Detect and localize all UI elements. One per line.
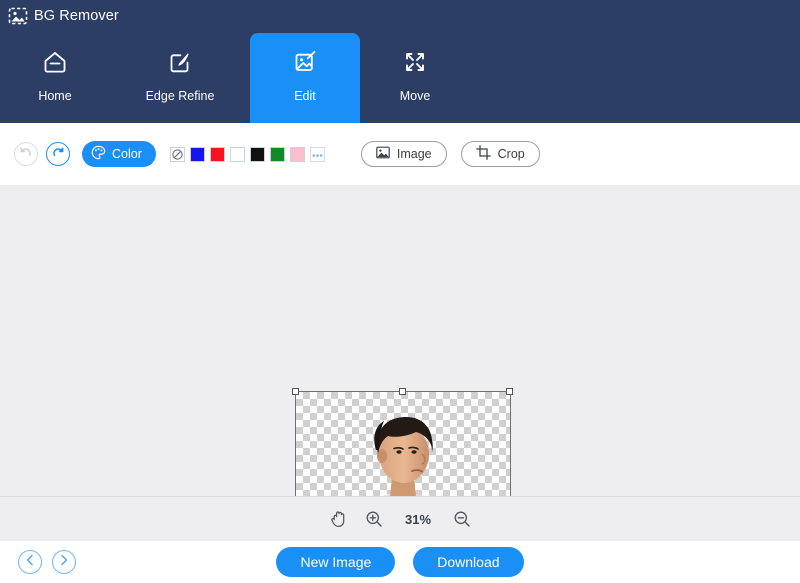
nav-tabs: Home Edge Refine Edit Move <box>0 33 800 123</box>
footer-bar: New Image Download <box>0 541 800 583</box>
swatch-red[interactable] <box>209 146 225 162</box>
image-nav-arrows <box>18 550 76 574</box>
tab-move[interactable]: Move <box>360 33 470 123</box>
zoom-in-icon[interactable] <box>365 510 383 528</box>
previous-image-button[interactable] <box>18 550 42 574</box>
image-selection-frame[interactable]: wilson <box>292 388 513 496</box>
handle-top-center[interactable] <box>399 388 406 395</box>
tab-move-label: Move <box>399 89 431 103</box>
zoom-level-label: 31% <box>404 511 432 527</box>
subject-image: wilson <box>374 416 433 496</box>
home-icon <box>41 47 69 77</box>
move-arrows-icon <box>401 47 429 77</box>
swatch-white[interactable] <box>229 146 245 162</box>
chevron-right-icon <box>59 553 69 571</box>
redo-arrow-icon <box>51 145 65 164</box>
more-colors-button[interactable] <box>309 145 325 163</box>
swatch-green[interactable] <box>269 146 285 162</box>
redo-button[interactable] <box>46 142 70 166</box>
zoom-out-icon[interactable] <box>453 510 471 528</box>
tab-home[interactable]: Home <box>0 33 110 123</box>
pen-square-icon <box>166 47 194 77</box>
tab-home-label: Home <box>38 89 72 103</box>
color-button-label: Color <box>112 147 142 161</box>
image-dashed-icon <box>8 6 28 26</box>
color-swatches <box>169 145 325 163</box>
undo-button[interactable] <box>14 142 38 166</box>
color-button[interactable]: Color <box>82 141 156 167</box>
image-edit-icon <box>290 47 320 77</box>
tab-edit[interactable]: Edit <box>250 33 360 123</box>
bg-remover-app: BG Remover Home Edge Refine Edit Move Co… <box>0 0 800 583</box>
swatch-pink[interactable] <box>289 146 305 162</box>
zoom-toolbar: 31% <box>0 496 800 541</box>
next-image-button[interactable] <box>52 550 76 574</box>
palette-icon <box>91 145 106 163</box>
hand-icon[interactable] <box>329 510 347 528</box>
edit-toolbar: Color Image Crop <box>0 123 800 185</box>
tab-edit-label: Edit <box>294 89 316 103</box>
crop-button[interactable]: Crop <box>460 141 540 167</box>
tab-edge-refine-label: Edge Refine <box>145 89 215 103</box>
image-button-label: Image <box>396 147 432 161</box>
top-navbar: BG Remover Home Edge Refine Edit Move <box>0 0 800 123</box>
download-button[interactable]: Download <box>413 547 524 577</box>
swatch-transparent[interactable] <box>169 146 185 162</box>
swatch-black[interactable] <box>249 146 265 162</box>
crop-button-label: Crop <box>497 147 525 161</box>
image-button[interactable]: Image <box>360 141 447 167</box>
brand: BG Remover <box>8 6 119 26</box>
chevron-left-icon <box>25 553 35 571</box>
footer-actions: New Image Download <box>0 541 800 583</box>
app-title: BG Remover <box>34 8 119 24</box>
tab-edge-refine[interactable]: Edge Refine <box>110 33 250 123</box>
new-image-button[interactable]: New Image <box>276 547 396 577</box>
undo-arrow-icon <box>19 145 33 164</box>
handle-top-left[interactable] <box>292 388 299 395</box>
more-dots-icon <box>312 145 323 163</box>
editor-canvas[interactable]: wilson <box>0 185 800 496</box>
picture-icon <box>376 146 390 162</box>
crop-icon <box>475 145 491 163</box>
swatch-blue[interactable] <box>189 146 205 162</box>
handle-top-right[interactable] <box>506 388 513 395</box>
